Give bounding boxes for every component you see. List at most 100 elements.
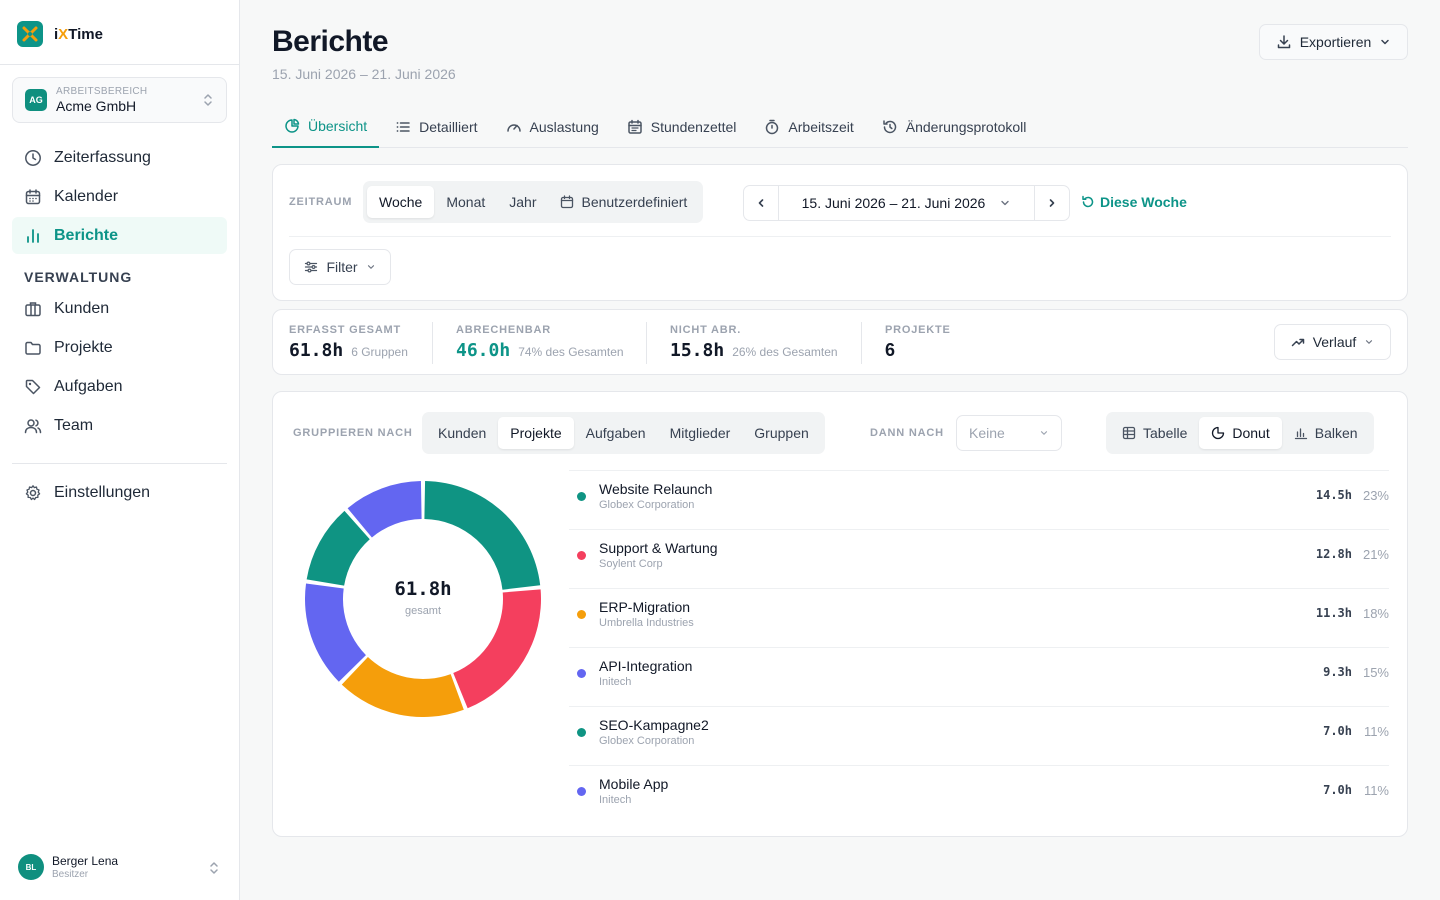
settings-nav: Einstellungen [12, 474, 227, 513]
tab-aenderungsprotokoll[interactable]: Änderungsprotokoll [870, 106, 1039, 147]
stat-nonbillable: NICHT ABR. 15.8h 26% des Gesamten [670, 324, 838, 361]
stat-sub: 6 Gruppen [351, 345, 408, 359]
pie-icon [285, 118, 300, 133]
stat-label: PROJEKTE [885, 324, 951, 336]
pie-icon [1212, 426, 1225, 440]
this-week-button[interactable]: Diese Woche [1081, 194, 1187, 210]
tab-uebersicht[interactable]: Übersicht [272, 106, 380, 148]
next-period-button[interactable] [1035, 186, 1069, 220]
group-projekte[interactable]: Projekte [498, 417, 574, 449]
tab-stundenzettel[interactable]: Stundenzettel [615, 106, 749, 147]
filter-panel: ZEITRAUM Woche Monat Jahr Benutzerdefini… [272, 164, 1408, 301]
chevron-updown-icon [204, 94, 212, 106]
legend-dot [577, 610, 586, 619]
tab-label: Auslastung [529, 118, 599, 135]
client-name: Soylent Corp [599, 558, 663, 570]
nav-label: Einstellungen [54, 483, 151, 501]
table-icon [1122, 426, 1136, 440]
calendar-icon [628, 119, 642, 134]
nav-item-team[interactable]: Team [12, 407, 227, 444]
sidebar: iXTime AG ARBEITSBEREICH Acme GmbH Zeite… [0, 0, 240, 900]
period-jahr[interactable]: Jahr [497, 186, 548, 218]
nav-label: Kalender [54, 187, 119, 205]
divider [12, 463, 227, 464]
list-item[interactable]: ERP-Migration Umbrella Industries 11.3h 18% [569, 588, 1389, 647]
donut-slice[interactable] [341, 657, 464, 717]
summary-stats: ERFASST GESAMT 61.8h 6 Gruppen ABRECHENB… [272, 309, 1408, 375]
avatar: BL [18, 854, 44, 880]
view-label: Balken [1314, 425, 1358, 441]
legend-dot [577, 551, 586, 560]
tab-label: Übersicht [308, 118, 368, 134]
tab-label: Detailliert [419, 118, 478, 135]
tab-arbeitszeit[interactable]: Arbeitszeit [752, 106, 865, 147]
list-item[interactable]: Support & Wartung Soylent Corp 12.8h 21% [569, 529, 1389, 588]
group-kunden[interactable]: Kunden [426, 417, 498, 449]
workspace-switcher[interactable]: AG ARBEITSBEREICH Acme GmbH [12, 77, 227, 123]
nav-label: Team [54, 416, 94, 434]
divider [0, 64, 240, 65]
divider [861, 322, 862, 364]
stat-label: NICHT ABR. [670, 324, 742, 336]
filter-button[interactable]: Filter [289, 249, 391, 285]
nav-item-aufgaben[interactable]: Aufgaben [12, 368, 227, 405]
stat-sub: 74% des Gesamten [518, 345, 624, 359]
donut-slice[interactable] [424, 481, 541, 590]
percent-value: 21% [1362, 547, 1389, 562]
list-item[interactable]: API-Integration Initech 9.3h 15% [569, 647, 1389, 706]
nav-item-zeiterfassung[interactable]: Zeiterfassung [12, 139, 227, 176]
stat-value: 61.8h [289, 340, 344, 361]
calendar-icon [561, 195, 574, 209]
view-donut[interactable]: Donut [1199, 417, 1282, 449]
nav-item-kunden[interactable]: Kunden [12, 290, 227, 327]
brand[interactable]: iXTime [17, 21, 103, 47]
then-by-select[interactable]: Keine [956, 415, 1062, 451]
breakdown-panel: GRUPPIEREN NACH Kunden Projekte Aufgaben… [272, 391, 1408, 837]
trend-button[interactable]: Verlauf [1274, 324, 1391, 360]
period-benutzerdefiniert[interactable]: Benutzerdefiniert [548, 186, 699, 218]
view-tabelle[interactable]: Tabelle [1110, 417, 1199, 449]
group-by-label: GRUPPIEREN NACH [293, 427, 413, 439]
logo-icon [17, 21, 43, 47]
main-nav: Zeiterfassung Kalender Berichte VERWALTU… [12, 139, 227, 446]
period-woche[interactable]: Woche [367, 186, 435, 218]
period-monat[interactable]: Monat [434, 186, 497, 218]
date-range-picker[interactable]: 15. Juni 2026 – 21. Juni 2026 [778, 186, 1035, 220]
export-button[interactable]: Exportieren [1259, 24, 1408, 60]
donut-center-value: 61.8h [394, 578, 452, 600]
stat-billable: ABRECHENBAR 46.0h 74% des Gesamten [456, 324, 624, 361]
trending-up-icon [1291, 338, 1304, 347]
chevron-down-icon [367, 265, 374, 269]
tab-detailliert[interactable]: Detailliert [383, 106, 489, 147]
list-item[interactable]: Mobile App Initech 7.0h 11% [569, 765, 1389, 824]
period-selector: Woche Monat Jahr Benutzerdefiniert [363, 181, 704, 223]
nav-item-projekte[interactable]: Projekte [12, 329, 227, 366]
view-label: Donut [1232, 425, 1270, 441]
date-range-value: 15. Juni 2026 – 21. Juni 2026 [801, 195, 986, 211]
divider [646, 322, 647, 364]
app-name: iXTime [54, 25, 103, 43]
user-menu[interactable]: BL Berger Lena Besitzer [18, 852, 224, 882]
prev-period-button[interactable] [744, 186, 778, 220]
tab-label: Arbeitszeit [788, 118, 854, 135]
tab-auslastung[interactable]: Auslastung [494, 106, 611, 147]
list-item[interactable]: SEO-Kampagne2 Globex Corporation 7.0h 11% [569, 706, 1389, 765]
group-mitglieder[interactable]: Mitglieder [658, 417, 743, 449]
percent-value: 11% [1363, 724, 1389, 739]
client-name: Initech [599, 794, 632, 806]
tab-label: Änderungsprotokoll [905, 118, 1027, 135]
group-aufgaben[interactable]: Aufgaben [574, 417, 658, 449]
list-item[interactable]: Website Relaunch Globex Corporation 14.5h 2… [569, 470, 1389, 529]
user-name: Berger Lena [52, 854, 119, 868]
then-by-label: DANN NACH [870, 427, 944, 439]
divider [289, 236, 1391, 237]
view-balken[interactable]: Balken [1282, 417, 1370, 449]
group-gruppen[interactable]: Gruppen [742, 417, 820, 449]
nav-item-berichte[interactable]: Berichte [12, 217, 227, 254]
nav-item-einstellungen[interactable]: Einstellungen [12, 474, 227, 511]
nav-item-kalender[interactable]: Kalender [12, 178, 227, 215]
users-icon [24, 418, 42, 433]
bar-chart-icon [27, 228, 39, 243]
date-range-navigator: 15. Juni 2026 – 21. Juni 2026 [743, 185, 1070, 221]
export-label: Exportieren [1299, 34, 1372, 50]
